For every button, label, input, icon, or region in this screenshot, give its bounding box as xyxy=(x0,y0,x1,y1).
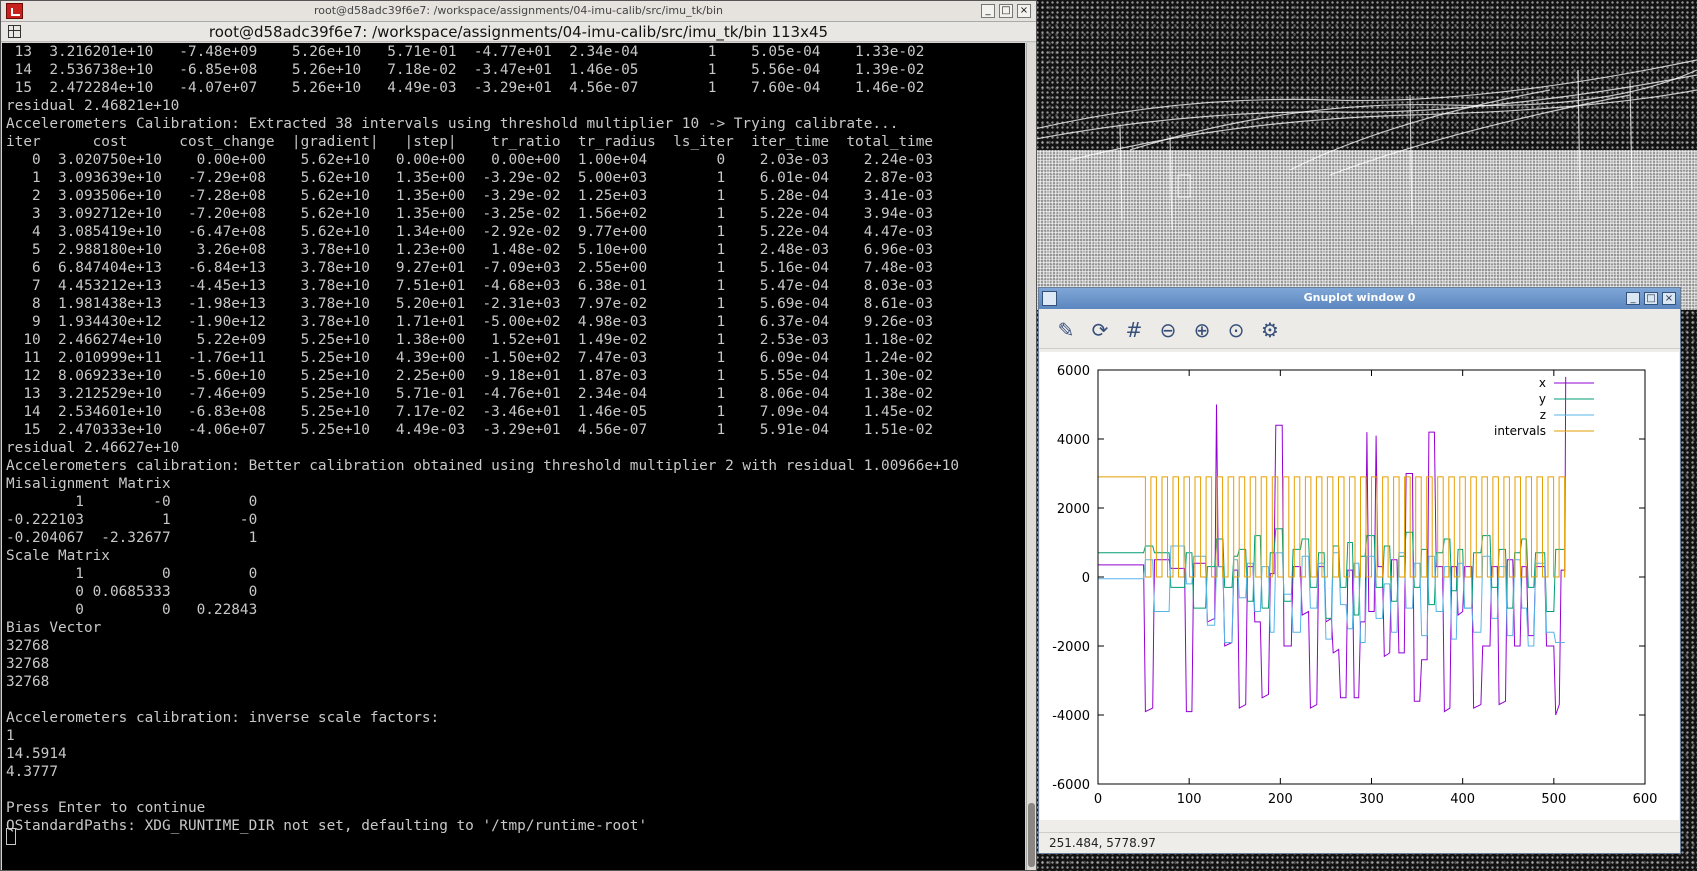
series-line-y xyxy=(1098,528,1565,619)
terminal-line: 0 0 0.22843 xyxy=(6,602,258,618)
terminal-line: Misalignment Matrix xyxy=(6,476,171,492)
terminal-line: 0 0.0685333 0 xyxy=(6,584,258,600)
maximize-button[interactable]: □ xyxy=(999,4,1013,18)
terminal-line: 32768 xyxy=(6,638,50,654)
replot-icon[interactable]: ⟳ xyxy=(1087,317,1113,343)
settings-icon[interactable]: ⚙ xyxy=(1257,317,1283,343)
terminal-line: 9 1.934430e+12 -1.90e+12 3.78e+10 1.71e+… xyxy=(6,314,934,330)
terminal-line: residual 2.46627e+10 xyxy=(6,440,180,456)
y-tick-label: -6000 xyxy=(1052,778,1090,793)
terminal-window-title: root@d58adc39f6e7: /workspace/assignment… xyxy=(313,4,724,17)
terminal-line: 32768 xyxy=(6,674,50,690)
terminal-line: Accelerometers Calibration: Extracted 38… xyxy=(6,116,899,132)
y-tick-label: 4000 xyxy=(1057,433,1090,448)
cursor-coordinates: 251.484, 5778.97 xyxy=(1049,836,1156,850)
terminal-line: 32768 xyxy=(6,656,50,672)
plot-area[interactable]: x y z intervals 0 100 200 300 400 500 600 -6000 -400… xyxy=(1040,352,1679,820)
terminal-line: 8 1.981438e+13 -1.98e+13 3.78e+10 5.20e+… xyxy=(6,296,934,312)
terminal-line: 13 3.216201e+10 -7.48e+09 5.26e+10 5.71e… xyxy=(6,44,925,60)
gnuplot-close-button[interactable]: × xyxy=(1662,292,1676,305)
legend-label-y: y xyxy=(1539,392,1546,406)
gnuplot-maximize-button[interactable]: □ xyxy=(1644,292,1658,305)
close-button[interactable]: × xyxy=(1017,4,1031,18)
grid-icon[interactable]: # xyxy=(1121,317,1147,343)
x-tick-label: 300 xyxy=(1359,792,1384,807)
terminal-window: root@d58adc39f6e7: /workspace/assignment… xyxy=(0,0,1037,871)
terminal-line: iter cost cost_change |gradient| |step| … xyxy=(6,134,934,150)
terminal-line: -0.222103 1 -0 xyxy=(6,512,258,528)
gnuplot-minimize-button[interactable]: _ xyxy=(1626,292,1640,305)
minimize-button[interactable]: _ xyxy=(981,4,995,18)
legend-label-z: z xyxy=(1540,408,1546,422)
terminal-scrollbar[interactable] xyxy=(1026,43,1036,870)
zoom-in-icon[interactable]: ⊕ xyxy=(1189,317,1215,343)
terminal-line: 1 3.093639e+10 -7.29e+08 5.62e+10 1.35e+… xyxy=(6,170,934,186)
zoom-reset-icon[interactable]: ⊙ xyxy=(1223,317,1249,343)
gnuplot-titlebar[interactable]: Gnuplot window 0 _ □ × xyxy=(1039,288,1680,309)
gnuplot-statusbar: 251.484, 5778.97 xyxy=(1039,832,1680,853)
terminal-line: -0.204067 -2.32677 1 xyxy=(6,530,258,546)
terminal-output: 13 3.216201e+10 -7.48e+09 5.26e+10 5.71e… xyxy=(6,43,959,835)
terminal-line: 1 0 0 xyxy=(6,566,258,582)
terminal-line: 10 2.466274e+10 5.22e+09 5.25e+10 1.38e+… xyxy=(6,332,934,348)
y-tick-label: -2000 xyxy=(1052,640,1090,655)
terminal-line: QStandardPaths: XDG_RUNTIME_DIR not set,… xyxy=(6,818,648,834)
x-tick-label: 400 xyxy=(1450,792,1475,807)
plot-svg: xyz intervals 0 100 200 300 400 500 600 -6000 -400… xyxy=(1052,364,1658,807)
terminal-line: 14.5914 xyxy=(6,746,67,762)
y-tick-label: 6000 xyxy=(1057,364,1090,379)
zoom-out-icon[interactable]: ⊖ xyxy=(1155,317,1181,343)
terminal-line: residual 2.46821e+10 xyxy=(6,98,180,114)
terminal-titlebar[interactable]: root@d58adc39f6e7: /workspace/assignment… xyxy=(1,1,1036,22)
terminal-line: 14 2.536738e+10 -6.85e+08 5.26e+10 7.18e… xyxy=(6,62,925,78)
terminal-line: 2 3.093506e+10 -7.28e+08 5.62e+10 1.35e+… xyxy=(6,188,934,204)
scrollbar-thumb[interactable] xyxy=(1028,803,1035,867)
x-tick-label: 100 xyxy=(1177,792,1202,807)
terminal-line: Bias Vector xyxy=(6,620,102,636)
series-line-intervals xyxy=(1098,476,1566,578)
x-tick-label: 500 xyxy=(1541,792,1566,807)
y-tick-label: 2000 xyxy=(1057,502,1090,517)
terminal-line: Accelerometers calibration: inverse scal… xyxy=(6,710,440,726)
terminal-line: 1 -0 0 xyxy=(6,494,258,510)
terminal-line: 15 2.470333e+10 -4.06e+07 5.25e+10 4.49e… xyxy=(6,422,934,438)
terminal-line: 0 3.020750e+10 0.00e+00 5.62e+10 0.00e+0… xyxy=(6,152,934,168)
x-tick-label: 200 xyxy=(1268,792,1293,807)
point-cloud-powerlines xyxy=(1030,59,1697,231)
terminal-line: 4 3.085419e+10 -6.47e+08 5.62e+10 1.34e+… xyxy=(6,224,934,240)
legend-label-intervals: intervals xyxy=(1494,424,1546,438)
terminal-line: 6 6.847404e+13 -6.84e+13 3.78e+10 9.27e+… xyxy=(6,260,934,276)
terminal-screen[interactable]: 13 3.216201e+10 -7.48e+09 5.26e+10 5.71e… xyxy=(2,43,1025,870)
y-tick-label: 0 xyxy=(1082,571,1090,586)
terminal-line: 5 2.988180e+10 3.26e+08 3.78e+10 1.23e+0… xyxy=(6,242,934,258)
terminal-line: 3 3.092712e+10 -7.20e+08 5.62e+10 1.35e+… xyxy=(6,206,934,222)
terminal-line: 4.3777 xyxy=(6,764,58,780)
gnuplot-window-title: Gnuplot window 0 xyxy=(1303,291,1416,304)
series-line-z xyxy=(1098,545,1565,647)
terminal-line: 7 4.453212e+13 -4.45e+13 3.78e+10 7.51e+… xyxy=(6,278,934,294)
terminal-line: 11 2.010999e+11 -1.76e+11 5.25e+10 4.39e… xyxy=(6,350,934,366)
terminal-line: 12 8.069233e+10 -5.60e+10 5.25e+10 2.25e… xyxy=(6,368,934,384)
terminal-line: 13 3.212529e+10 -7.46e+09 5.25e+10 5.71e… xyxy=(6,386,934,402)
terminal-cursor xyxy=(6,828,16,845)
y-tick-label: -4000 xyxy=(1052,709,1090,724)
gnuplot-window: Gnuplot window 0 _ □ × ✎ ⟳ # ⊖ ⊕ ⊙ ⚙ x y z interv… xyxy=(1038,287,1681,854)
terminal-line: Press Enter to continue xyxy=(6,800,206,816)
gnuplot-toolbar: ✎ ⟳ # ⊖ ⊕ ⊙ ⚙ xyxy=(1039,309,1680,349)
terminal-line: 15 2.472284e+10 -4.07e+07 5.26e+10 4.49e… xyxy=(6,80,925,96)
terminal-line: 14 2.534601e+10 -6.83e+08 5.25e+10 7.17e… xyxy=(6,404,934,420)
terminal-line: Accelerometers calibration: Better calib… xyxy=(6,458,960,474)
terminal-line: 1 xyxy=(6,728,15,744)
terminal-subtitle: root@d58adc39f6e7: /workspace/assignment… xyxy=(208,23,829,41)
terminal-menubar: root@d58adc39f6e7: /workspace/assignment… xyxy=(1,22,1036,42)
x-tick-label: 0 xyxy=(1094,792,1102,807)
terminal-line: Scale Matrix xyxy=(6,548,110,564)
legend-label-x: x xyxy=(1539,376,1546,390)
export-icon[interactable]: ✎ xyxy=(1053,317,1079,343)
x-tick-label: 600 xyxy=(1633,792,1658,807)
